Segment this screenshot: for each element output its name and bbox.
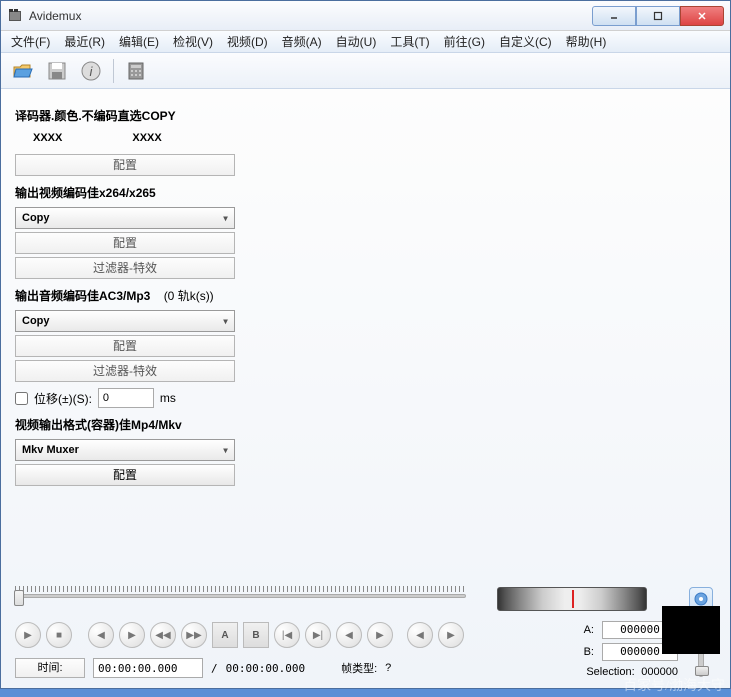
prev-keyframe-button[interactable]: ◀◀ xyxy=(150,622,176,648)
output-muxer-select[interactable]: Mkv Muxer xyxy=(15,439,235,461)
stop-button[interactable]: ■ xyxy=(46,622,72,648)
goto-start-button[interactable]: |◀ xyxy=(274,622,300,648)
time-input[interactable] xyxy=(93,658,203,678)
app-icon xyxy=(7,8,23,24)
maximize-button[interactable] xyxy=(636,6,680,26)
menu-custom[interactable]: 自定义(C) xyxy=(495,31,556,52)
minimize-button[interactable] xyxy=(592,6,636,26)
decoder-title: 译码器.颜色.不编码直选COPY xyxy=(15,107,716,124)
prev-black-frame-button[interactable]: ◀ xyxy=(407,622,433,648)
goto-marker-a-button[interactable]: ◀ xyxy=(336,622,362,648)
video-filters-button[interactable]: 过滤器-特效 xyxy=(15,257,235,279)
menu-goto[interactable]: 前往(G) xyxy=(440,31,489,52)
set-marker-a-button[interactable]: A xyxy=(212,622,238,648)
goto-end-button[interactable]: ▶| xyxy=(305,622,331,648)
calculator-icon[interactable] xyxy=(124,59,148,83)
content-area: 译码器.颜色.不编码直选COPY XXXX XXXX 配置 输出视频编码佳x26… xyxy=(1,89,730,688)
menu-recent[interactable]: 最近(R) xyxy=(60,31,109,52)
menu-file[interactable]: 文件(F) xyxy=(7,31,54,52)
titlebar: Avidemux xyxy=(1,1,730,31)
prev-frame-button[interactable]: ◀ xyxy=(88,622,114,648)
audio-configure-button[interactable]: 配置 xyxy=(15,335,235,357)
menu-video[interactable]: 视频(D) xyxy=(223,31,272,52)
menubar: 文件(F) 最近(R) 编辑(E) 检视(V) 视频(D) 音频(A) 自动(U… xyxy=(1,31,730,53)
frame-type-label: 帧类型: xyxy=(341,660,377,676)
toolbar: i xyxy=(1,53,730,89)
video-configure-button[interactable]: 配置 xyxy=(15,232,235,254)
next-frame-button[interactable]: ▶ xyxy=(119,622,145,648)
output-format-title: 视频输出格式(容器)佳Mp4/Mkv xyxy=(15,416,716,433)
output-configure-button[interactable]: 配置 xyxy=(15,464,235,486)
selection-label: Selection: xyxy=(586,666,634,678)
audio-output-title: 输出音频编码佳AC3/Mp3 (0 轨k(s)) xyxy=(15,287,716,304)
next-black-frame-button[interactable]: ▶ xyxy=(438,622,464,648)
info-icon[interactable]: i xyxy=(79,59,103,83)
menu-tools[interactable]: 工具(T) xyxy=(386,31,433,52)
menu-edit[interactable]: 编辑(E) xyxy=(115,31,163,52)
play-button[interactable]: ▶ xyxy=(15,622,41,648)
close-button[interactable] xyxy=(680,6,724,26)
total-time: 00:00:00.000 xyxy=(226,662,305,675)
audio-shift-checkbox[interactable] xyxy=(15,392,28,405)
save-icon[interactable] xyxy=(45,59,69,83)
audio-shift-input[interactable] xyxy=(98,388,154,408)
decoder-color: XXXX xyxy=(132,132,161,144)
time-button[interactable]: 时间: xyxy=(15,658,85,678)
video-codec-select[interactable]: Copy xyxy=(15,207,235,229)
decoder-configure-button[interactable]: 配置 xyxy=(15,154,235,176)
window-title: Avidemux xyxy=(29,9,592,23)
next-keyframe-button[interactable]: ▶▶ xyxy=(181,622,207,648)
menu-auto[interactable]: 自动(U) xyxy=(332,31,381,52)
audio-codec-select[interactable]: Copy xyxy=(15,310,235,332)
menu-help[interactable]: 帮助(H) xyxy=(562,31,611,52)
menu-audio[interactable]: 音频(A) xyxy=(278,31,326,52)
video-output-title: 输出视频编码佳x264/x265 xyxy=(15,184,716,201)
audio-tracks-count: (0 轨k(s)) xyxy=(164,289,214,303)
audio-filters-button[interactable]: 过滤器-特效 xyxy=(15,360,235,382)
goto-marker-b-button[interactable]: ▶ xyxy=(367,622,393,648)
decoder-name: XXXX xyxy=(33,132,62,144)
marker-b-label: B: xyxy=(584,646,594,658)
open-icon[interactable] xyxy=(11,59,35,83)
marker-a-label: A: xyxy=(584,624,594,636)
selection-value: 000000 xyxy=(641,666,678,678)
frame-type-value: ? xyxy=(385,662,391,674)
set-marker-b-button[interactable]: B xyxy=(243,622,269,648)
preview-box xyxy=(662,606,720,654)
audio-shift-label: 位移(±)(S): xyxy=(34,390,92,407)
audio-shift-unit: ms xyxy=(160,391,176,405)
time-separator: / xyxy=(211,662,218,675)
menu-view[interactable]: 检视(V) xyxy=(169,31,217,52)
toolbar-separator xyxy=(113,59,114,83)
jog-wheel[interactable] xyxy=(497,587,647,611)
